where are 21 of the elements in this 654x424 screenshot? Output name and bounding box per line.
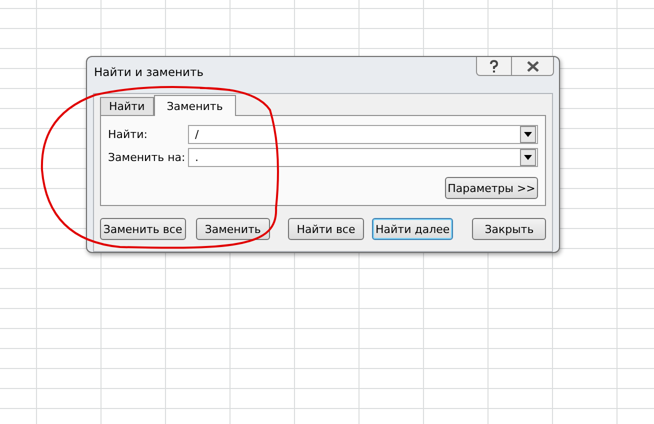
combo-field[interactable]: /: [188, 125, 538, 144]
dialog-button[interactable]: Найти далее: [372, 218, 454, 240]
tab[interactable]: Заменить: [154, 95, 236, 116]
field-label: Заменить на:: [108, 151, 186, 164]
combo-field[interactable]: .: [188, 148, 538, 167]
close-icon: [526, 60, 538, 72]
help-button[interactable]: [476, 57, 512, 76]
dialog-button[interactable]: Заменить: [196, 218, 270, 240]
field-label: Найти:: [108, 128, 148, 141]
dialog-button[interactable]: Закрыть: [472, 218, 546, 240]
caret-icon: [524, 155, 532, 160]
options-button[interactable]: Параметры >>: [445, 177, 538, 199]
tab[interactable]: Найти: [100, 97, 154, 115]
dialog-button[interactable]: Заменить все: [100, 218, 186, 240]
dropdown-button[interactable]: [520, 126, 536, 143]
caret-icon: [524, 132, 532, 137]
window-title: Найти и заменить: [94, 65, 204, 81]
dropdown-button[interactable]: [520, 149, 536, 166]
help-icon: [489, 60, 499, 72]
dialog-button[interactable]: Найти все: [288, 218, 364, 240]
close-button[interactable]: [512, 57, 554, 76]
